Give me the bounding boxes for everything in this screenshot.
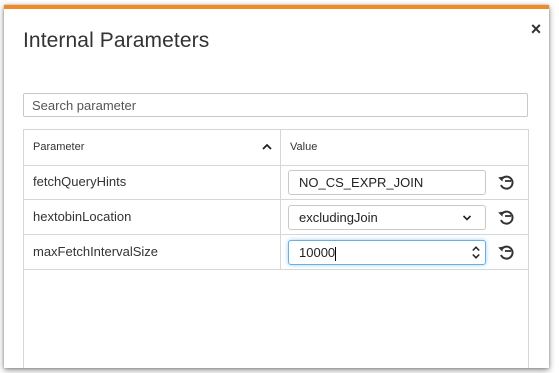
column-header-value: Value — [281, 130, 528, 165]
hextobin-location-select[interactable]: excludingJoin — [288, 205, 486, 230]
internal-parameters-dialog: Internal Parameters × Parameter Value fe… — [4, 5, 549, 368]
reset-icon[interactable] — [496, 172, 516, 192]
parameters-table: Parameter Value fetchQueryHints NO_CS_EX… — [23, 129, 529, 368]
text-cursor — [335, 246, 337, 261]
hextobin-location-value: excludingJoin — [299, 210, 378, 225]
number-spinner-icon[interactable] — [472, 245, 480, 260]
fetch-query-hints-value: NO_CS_EXPR_JOIN — [299, 175, 424, 190]
table-row: fetchQueryHints NO_CS_EXPR_JOIN — [24, 165, 528, 200]
parameter-name: hextobinLocation — [24, 200, 281, 234]
max-fetch-interval-size-input[interactable]: 10000 — [288, 240, 486, 265]
column-header-parameter[interactable]: Parameter — [24, 130, 281, 165]
table-row: maxFetchIntervalSize 10000 — [24, 235, 528, 270]
max-fetch-interval-size-value: 10000 — [299, 245, 336, 260]
column-header-parameter-label: Parameter — [33, 141, 85, 153]
column-header-value-label: Value — [290, 141, 318, 153]
parameter-name: maxFetchIntervalSize — [24, 235, 281, 269]
parameter-name: fetchQueryHints — [24, 165, 281, 199]
search-input[interactable] — [23, 93, 528, 117]
fetch-query-hints-input[interactable]: NO_CS_EXPR_JOIN — [288, 170, 486, 195]
reset-icon[interactable] — [496, 207, 516, 227]
parameter-value-cell: excludingJoin — [281, 200, 528, 234]
table-row: hextobinLocation excludingJoin — [24, 200, 528, 235]
table-header: Parameter Value — [24, 130, 528, 166]
parameter-value-cell: 10000 — [281, 235, 528, 269]
close-icon[interactable]: × — [528, 20, 544, 38]
chevron-down-icon — [463, 215, 471, 221]
reset-icon[interactable] — [496, 242, 516, 262]
parameter-value-cell: NO_CS_EXPR_JOIN — [281, 165, 528, 199]
dialog-title: Internal Parameters — [23, 29, 210, 52]
chevron-up-icon[interactable] — [262, 142, 272, 152]
